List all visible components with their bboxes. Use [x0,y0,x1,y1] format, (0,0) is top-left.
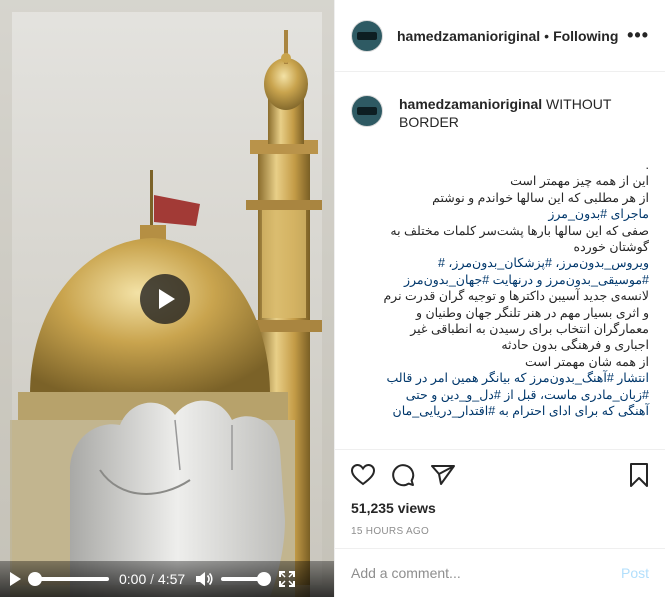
caption-line: و اثری بسیار مهم در هنر تلنگر جهان وطنیا… [415,305,649,320]
header-username[interactable]: hamedzamanioriginal [397,28,540,44]
post-sidebar: hamedzamanioriginal • Following ••• hame… [334,0,665,597]
caption-line: معمارگران انتخاب برای رسیدن به انطباقی غ… [410,322,649,337]
seek-bar[interactable] [28,572,109,586]
post-timestamp[interactable]: 15 HOURS AGO [351,526,649,537]
caption-text: . این از همه چیز مهمتر است از هر مطلبی که … [383,157,649,420]
play-overlay-button[interactable] [140,274,190,324]
add-comment-bar: Post [335,548,665,597]
view-count[interactable]: 51,235 views [351,500,649,516]
volume-handle[interactable] [257,572,272,586]
caption-line: #زبان_مادری ماست، قبل از #دل_و_دین و حتی [405,387,649,402]
play-icon [159,289,175,309]
volume-slider[interactable] [221,572,272,586]
post-header: hamedzamanioriginal • Following ••• [335,0,665,72]
header-dot: • [544,27,550,44]
video-controls: 0:00 / 4:57 [0,561,334,597]
post-comment-button[interactable]: Post [621,565,649,581]
caption-line: انتشار #آهنگ_بدون‌مرز که بیانگر همین امر… [386,371,649,386]
caption-line: ماجرای #بدون_مرز [548,207,649,222]
caption-line: ویروس_بدون‌مرز، #پزشکان_بدون‌مرز، # [437,256,649,271]
more-options-icon[interactable]: ••• [627,25,649,46]
avatar-logo [357,107,377,115]
duration: 4:57 [157,571,186,587]
post-actions: 51,235 views 15 HOURS AGO [335,449,665,537]
following-button[interactable]: Following [553,28,618,44]
play-pause-button[interactable] [10,572,21,586]
caption-section: hamedzamanioriginal WITHOUT BORDER . این … [335,73,665,448]
caption-avatar[interactable] [351,95,383,127]
caption-line: گوشتان خورده [573,240,649,255]
comment-input[interactable] [351,565,621,581]
caption-line: از همه شان مهمتر است [525,354,649,369]
caption-line: لانسه‌ی جدید آسیبن داکترها و توجیه گران … [383,289,649,304]
caption-line: این از همه چیز مهمتر است [510,174,649,189]
time-display: 0:00 / 4:57 [119,571,185,587]
caption-line: #موسیقی_بدون‌مرز و درنهایت #جهان_بدون‌مر… [403,272,649,287]
action-icons [351,462,649,488]
save-bookmark-icon[interactable] [629,463,649,487]
avatar[interactable] [351,19,383,52]
avatar-logo [357,31,377,40]
current-time: 0:00 [119,571,147,587]
seek-handle[interactable] [28,572,42,586]
fullscreen-icon[interactable] [279,571,296,587]
caption-row: hamedzamanioriginal WITHOUT BORDER . این … [351,95,649,420]
caption-line: آهنگی که برای ادای احترام به #اقتدار_دری… [392,404,649,419]
share-paper-plane-icon[interactable] [431,464,455,486]
caption-body: hamedzamanioriginal WITHOUT BORDER . این … [383,95,649,420]
caption-username[interactable]: hamedzamanioriginal [399,96,542,112]
volume-icon[interactable] [195,571,213,587]
video-player[interactable]: 0:00 / 4:57 [0,0,334,597]
caption-line: صفی که این سالها بارها پشت‌سر کلمات مختل… [390,223,649,238]
like-heart-icon[interactable] [351,464,375,486]
comment-bubble-icon[interactable] [391,463,415,487]
time-separator: / [150,571,155,587]
caption-line: از هر مطلبی که این سالها خواندم و نوشتم [432,190,649,205]
caption-line: اجباری و فرهنگی بدون حادثه [501,338,649,353]
caption-line: . [645,158,649,172]
